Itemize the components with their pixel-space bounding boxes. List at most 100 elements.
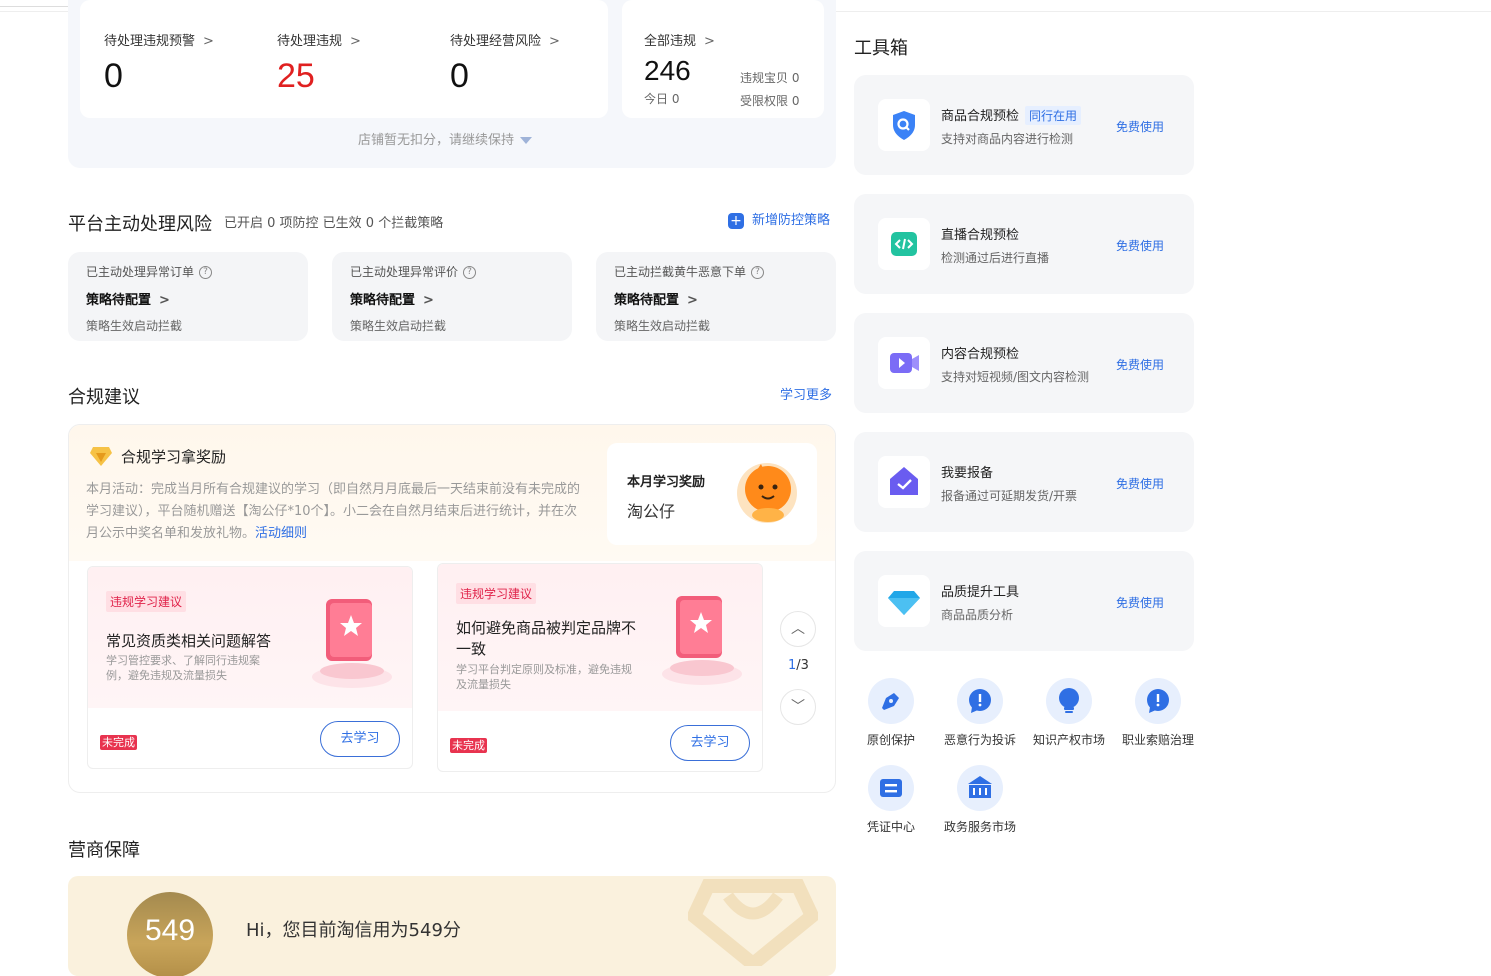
tool-sub: 商品品质分析 [941, 608, 1014, 622]
free-use-link[interactable]: 免费使用 [1116, 475, 1164, 492]
total-value: 246 [644, 55, 691, 86]
tool-title: 内容合规预检 [941, 347, 1020, 362]
quick-label: 凭证中心 [866, 820, 915, 834]
alert-icon [1147, 689, 1169, 713]
total-violations-card[interactable]: 全部违规 > 246 今日 0 违规宝贝 0 受限权限 0 [622, 0, 824, 118]
learn-card-title: 如何避免商品被判定品牌不一致 [456, 619, 637, 658]
stat-violation-warning[interactable]: 待处理违规预警 > 0 [104, 30, 214, 96]
credit-card: 549 Hi，您目前淘信用为549分 [68, 876, 836, 976]
help-icon[interactable]: ? [199, 266, 213, 279]
quick-original-protection[interactable]: 原创保护 [846, 678, 936, 750]
risk-card-label: 已主动处理异常评价 [350, 265, 459, 279]
learn-more-link[interactable]: 学习更多 [780, 384, 832, 403]
learn-card: 违规学习建议 常见资质类相关问题解答 学习管控要求、了解同行违规案例，避免违规及… [87, 566, 413, 769]
learn-card-header: 违规学习建议 常见资质类相关问题解答 学习管控要求、了解同行违规案例，避免违规及… [88, 567, 412, 708]
help-icon[interactable]: ? [751, 266, 765, 279]
risk-card-status: 策略待配置 [350, 293, 416, 308]
chevron-up-icon: ︿ [791, 621, 805, 637]
pager-down-button[interactable]: ﹀ [780, 689, 816, 725]
learn-card-sub: 学习平台判定原则及标准，避免违规及流量损失 [456, 663, 632, 691]
quick-label: 恶意行为投诉 [943, 733, 1016, 747]
chevron-down-icon: ﹀ [791, 699, 805, 715]
risk-card-status: 策略待配置 [614, 293, 680, 308]
tool-icon-box [878, 218, 930, 270]
shield-search-icon [893, 111, 915, 140]
free-use-link[interactable]: 免费使用 [1116, 237, 1164, 254]
learn-tag: 违规学习建议 [106, 591, 187, 612]
reward-title: 合规学习拿奖励 [121, 448, 227, 466]
stat-label: 待处理经营风险 [450, 34, 542, 49]
free-use-link[interactable]: 免费使用 [1116, 356, 1164, 373]
activity-rules-link[interactable]: 活动细则 [255, 526, 307, 541]
watermark-icon [688, 879, 818, 966]
add-strategy-label: 新增防控策略 [752, 213, 831, 228]
stat-label: 待处理违规 [277, 34, 343, 49]
stat-business-risk[interactable]: 待处理经营风险 > 0 [450, 30, 560, 96]
tool-quality[interactable]: 品质提升工具 商品品质分析 免费使用 [854, 551, 1194, 651]
free-use-link[interactable]: 免费使用 [1116, 118, 1164, 135]
prize-label: 本月学习奖励 [627, 475, 706, 490]
free-use-link[interactable]: 免费使用 [1116, 594, 1164, 611]
chevron-right-icon: > [423, 293, 434, 308]
chevron-right-icon: > [687, 293, 698, 308]
tool-icon-box [878, 456, 930, 508]
tool-icon-box [878, 575, 930, 627]
violations-stats-card: 待处理违规预警 > 0 待处理违规 > 25 待处理经营风险 > 0 [80, 0, 608, 118]
quick-label: 原创保护 [866, 733, 915, 747]
plus-icon: + [728, 212, 744, 229]
pen-icon [882, 693, 899, 710]
pager-up-button[interactable]: ︿ [780, 611, 816, 647]
quick-label: 职业索赔治理 [1121, 733, 1194, 747]
restricted-permissions-count: 受限权限 0 [740, 94, 800, 108]
risk-card-status: 策略待配置 [86, 293, 152, 308]
tool-content-precheck[interactable]: 内容合规预检 支持对短视频/图文内容检测 免费使用 [854, 313, 1194, 413]
video-icon [890, 353, 919, 373]
reward-description: 本月活动：完成当月所有合规建议的学习（即自然月月底最后一天结束前没有未完成的学习… [86, 479, 582, 545]
today-count: 今日 0 [644, 92, 680, 106]
stat-violation[interactable]: 待处理违规 > 25 [277, 30, 361, 96]
taobao-doll-icon [737, 463, 797, 523]
diamond-reward-icon [90, 447, 112, 466]
tool-product-precheck[interactable]: 商品合规预检 同行在用 支持对商品内容进行检测 免费使用 [854, 75, 1194, 175]
risk-card-orders[interactable]: 已主动处理异常订单? 策略待配置 > 策略生效启动拦截 [68, 252, 308, 341]
learn-card: 违规学习建议 如何避免商品被判定品牌不一致 学习平台判定原则及标准，避免违规及流… [437, 563, 763, 772]
bank-icon [968, 776, 992, 798]
tool-title: 直播合规预检 [941, 228, 1020, 243]
platform-risk-subtitle: 已开启 0 项防控 已生效 0 个拦截策略 [224, 216, 444, 231]
help-icon[interactable]: ? [463, 266, 477, 279]
diamond-icon [888, 591, 920, 615]
quick-icon-bg [1135, 678, 1181, 724]
quick-malicious-complaint[interactable]: 恶意行为投诉 [935, 678, 1025, 750]
risk-card-sub: 策略生效启动拦截 [350, 319, 447, 333]
status-badge: 未完成 [100, 735, 137, 750]
risk-card-reviews[interactable]: 已主动处理异常评价? 策略待配置 > 策略生效启动拦截 [332, 252, 572, 341]
add-strategy-link[interactable]: + 新增防控策略 [728, 209, 830, 229]
prize-name: 淘公仔 [627, 502, 676, 521]
risk-card-scalpers[interactable]: 已主动拦截黄牛恶意下单? 策略待配置 > 策略生效启动拦截 [596, 252, 836, 341]
go-learn-button[interactable]: 去学习 [320, 721, 400, 757]
tool-report[interactable]: 我要报备 报备通过可延期发货/开票 免费使用 [854, 432, 1194, 532]
reward-description-text: 本月活动：完成当月所有合规建议的学习（即自然月月底最后一天结束前没有未完成的学习… [86, 482, 581, 541]
tool-live-precheck[interactable]: 直播合规预检 检测通过后进行直播 免费使用 [854, 194, 1194, 294]
chevron-right-icon: > [159, 293, 170, 308]
pager-total: /3 [796, 658, 809, 673]
tool-icon-box [878, 99, 930, 151]
chevron-right-icon: > [549, 34, 560, 49]
violations-panel: 待处理违规预警 > 0 待处理违规 > 25 待处理经营风险 > 0 全部违规 > 24… [68, 0, 836, 168]
code-icon [891, 232, 917, 256]
quick-voucher-center[interactable]: 凭证中心 [846, 765, 936, 837]
quick-gov-market[interactable]: 政务服务市场 [935, 765, 1025, 837]
quick-claim-governance[interactable]: 职业索赔治理 [1113, 678, 1203, 750]
no-deduction-hint[interactable]: 店铺暂无扣分，请继续保持 [358, 129, 533, 148]
tool-sub: 检测通过后进行直播 [941, 251, 1050, 265]
caret-down-icon [520, 137, 533, 144]
quick-icon-bg [868, 678, 914, 724]
stat-value: 25 [277, 57, 315, 95]
quick-ip-market[interactable]: 知识产权市场 [1024, 678, 1114, 750]
learn-card-sub: 学习管控要求、了解同行违规案例，避免违规及流量损失 [106, 654, 260, 682]
chevron-right-icon: > [350, 34, 361, 49]
compliance-title: 合规建议 [68, 387, 140, 408]
stat-value: 0 [104, 57, 123, 95]
tool-title: 品质提升工具 [941, 585, 1020, 600]
go-learn-button[interactable]: 去学习 [670, 725, 750, 761]
